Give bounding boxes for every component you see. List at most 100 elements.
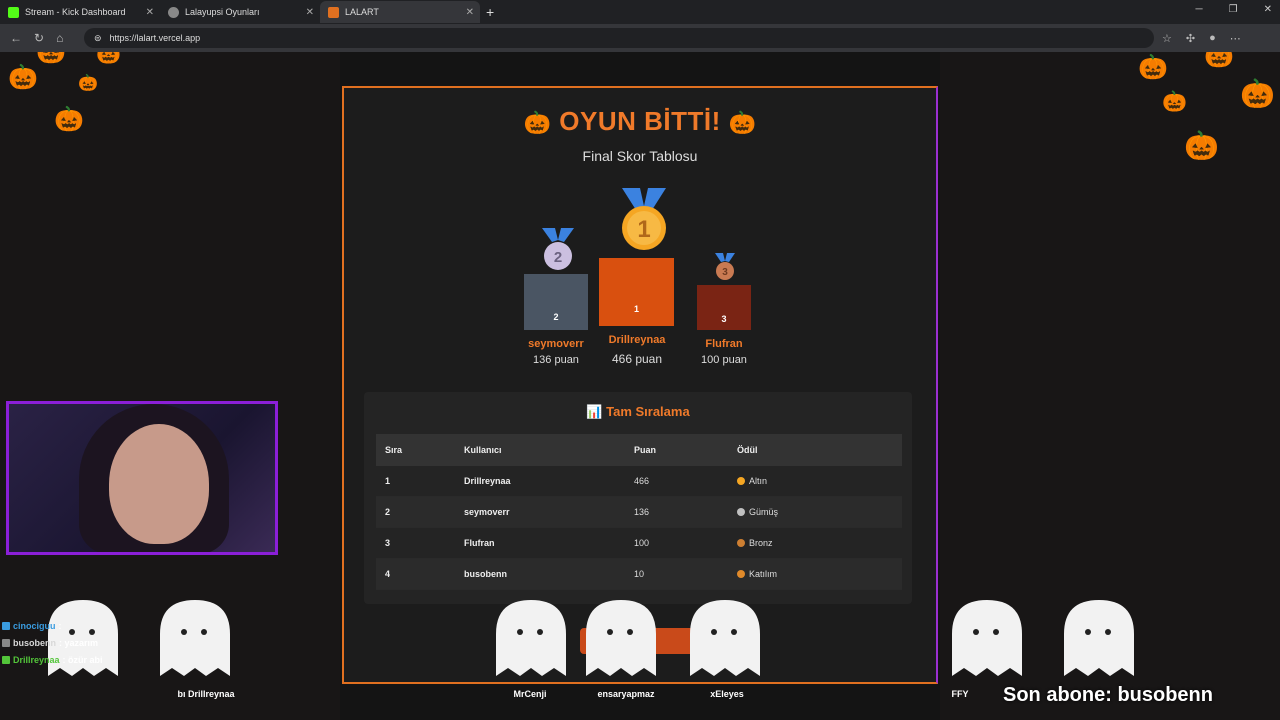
podium-second: 2 <box>524 274 588 330</box>
close-tab-icon[interactable]: ✕ <box>146 7 154 18</box>
extensions-icon[interactable]: ✣ <box>1186 32 1195 45</box>
final-score-subtitle: Final Skor Tablosu <box>582 148 698 164</box>
full-ranking-section: 📊 Tam Sıralama Sıra Kullanıcı Puan Ödül … <box>364 392 912 604</box>
ghost-icon <box>690 600 760 676</box>
new-tab-button[interactable]: + <box>486 4 494 20</box>
ghost-icon <box>586 600 656 676</box>
url-text: https://lalart.vercel.app <box>109 33 201 43</box>
minimize-icon[interactable]: ─ <box>1196 4 1203 15</box>
podium-first-points: 466 puan <box>611 352 663 366</box>
webcam-face <box>109 424 209 544</box>
pumpkin-icon: 🎃 <box>1204 52 1234 69</box>
podium-first: 1 <box>599 258 674 326</box>
close-tab-icon[interactable]: ✕ <box>466 7 474 18</box>
ranking-table: Sıra Kullanıcı Puan Ödül 1 Drillreynaa 4… <box>376 434 902 590</box>
ghost-icon <box>952 600 1022 676</box>
pumpkin-icon: 🎃 <box>1162 91 1187 113</box>
medal-icon <box>737 508 745 516</box>
full-ranking-title: 📊 Tam Sıralama <box>586 404 690 419</box>
chat-username: busobenn <box>13 637 56 648</box>
menu-icon[interactable]: ⋯ <box>1230 32 1241 45</box>
lalart-favicon-icon <box>328 6 339 18</box>
globe-icon <box>168 6 179 18</box>
podium-second-points: 136 puan <box>533 354 579 366</box>
address-bar[interactable]: ⊜ https://lalart.vercel.app <box>84 28 1154 48</box>
pumpkin-icon: 🎃 <box>523 110 552 135</box>
tab-lalayupsi[interactable]: Lalayupsi Oyunları ✕ <box>160 1 320 23</box>
chat-line: busobenn : yazarım <box>2 634 103 651</box>
refresh-icon[interactable]: ↻ <box>34 31 44 45</box>
close-tab-icon[interactable]: ✕ <box>306 7 314 18</box>
col-award: Ödül <box>737 445 758 455</box>
ghost-username: xEleyes <box>710 689 744 699</box>
table-row: 1 Drillreynaa 466 Altın <box>376 466 902 497</box>
pumpkin-icon: 🎃 <box>78 75 98 92</box>
nav-buttons: ← ↻ ⌂ <box>0 31 80 45</box>
page-viewport: 🎃 🎃 🎃 🎃 🎃 🎃 🎃 🎃 🎃 🎃 🎃 OYUN BİTTİ! 🎃 Fina… <box>0 52 1280 720</box>
podium-third: 3 <box>697 285 751 330</box>
maximize-icon[interactable]: ❐ <box>1229 4 1238 15</box>
tab-lalart[interactable]: LALART ✕ <box>320 1 480 23</box>
bronze-medal-icon: 3 <box>715 253 735 280</box>
chat-username: cinociguu <box>13 620 56 631</box>
medal-icon <box>737 570 745 578</box>
silver-medal-icon: 2 <box>542 228 574 270</box>
col-user: Kullanıcı <box>464 445 502 455</box>
home-icon[interactable]: ⌂ <box>56 31 63 45</box>
table-row: 3 Flufran 100 Bronz <box>376 528 902 559</box>
profile-icon[interactable]: ● <box>1209 32 1216 45</box>
chat-badge-icon <box>2 638 10 647</box>
pumpkin-icon: 🎃 <box>8 64 38 91</box>
tab-label: Lalayupsi Oyunları <box>185 7 260 17</box>
chat-username: Drillreynaa <box>13 654 60 665</box>
browser-tabbar: Stream - Kick Dashboard ✕ Lalayupsi Oyun… <box>0 0 1280 24</box>
site-info-icon[interactable]: ⊜ <box>94 33 102 44</box>
ghost-username: FFY <box>951 689 969 699</box>
pumpkin-icon: 🎃 <box>54 106 84 133</box>
podium-first-name: Drillreynaa <box>608 334 666 346</box>
ghost-username: MrCenji <box>513 689 547 699</box>
ghost-icon <box>496 600 566 676</box>
ghost-username: ensaryapmaz <box>597 689 655 699</box>
chat-line: cinociguu : <box>2 617 103 634</box>
ghost-icon <box>160 600 230 676</box>
tab-label: Stream - Kick Dashboard <box>25 7 126 17</box>
toolbar-icons: ☆ ✣ ● ⋯ <box>1162 32 1241 45</box>
pumpkin-icon: 🎃 <box>1240 78 1275 109</box>
back-icon[interactable]: ← <box>10 31 22 45</box>
table-row: 2 seymoverr 136 Gümüş <box>376 497 902 528</box>
col-points: Puan <box>634 445 657 455</box>
table-header: Sıra Kullanıcı Puan Ödül <box>376 434 902 466</box>
ghost-username: bı Drillreynaa <box>177 689 235 699</box>
bar-chart-icon: 📊 <box>586 404 603 419</box>
tab-kick-dashboard[interactable]: Stream - Kick Dashboard ✕ <box>0 1 160 23</box>
svg-text:1: 1 <box>637 216 650 243</box>
chat-message: : yazarım <box>59 637 99 648</box>
ghost-icon <box>1064 600 1134 676</box>
table-row: 4 busobenn 10 Katılım <box>376 559 902 590</box>
svg-text:2: 2 <box>554 249 562 266</box>
chat-badge-icon <box>2 621 10 630</box>
pumpkin-icon: 🎃 <box>96 52 121 65</box>
tab-label: LALART <box>345 7 379 17</box>
pumpkin-icon: 🎃 <box>36 52 66 64</box>
chat-line: Drillreynaa : özür abi <box>2 651 103 668</box>
game-over-panel: 🎃 OYUN BİTTİ! 🎃 Final Skor Tablosu 1 2 3… <box>342 86 938 684</box>
star-icon[interactable]: ☆ <box>1162 32 1172 45</box>
close-window-icon[interactable]: ✕ <box>1264 4 1272 15</box>
podium-third-points: 100 puan <box>701 354 747 366</box>
medal-icon <box>737 539 745 547</box>
svg-text:3: 3 <box>722 267 728 278</box>
last-subscriber-label: Son abone: busobenn <box>1003 684 1213 706</box>
game-over-title: 🎃 OYUN BİTTİ! 🎃 <box>523 106 757 136</box>
podium-second-name: seymoverr <box>528 338 584 350</box>
chat-message: : <box>58 620 62 631</box>
medal-icon <box>737 477 745 485</box>
webcam-overlay <box>6 401 278 555</box>
chat-message: : özür abi <box>62 654 103 665</box>
pumpkin-icon: 🎃 <box>728 110 757 135</box>
pumpkin-icon: 🎃 <box>1184 130 1219 161</box>
col-rank: Sıra <box>385 445 403 455</box>
pumpkin-icon: 🎃 <box>1138 54 1168 81</box>
gold-medal-icon: 1 <box>622 188 666 250</box>
